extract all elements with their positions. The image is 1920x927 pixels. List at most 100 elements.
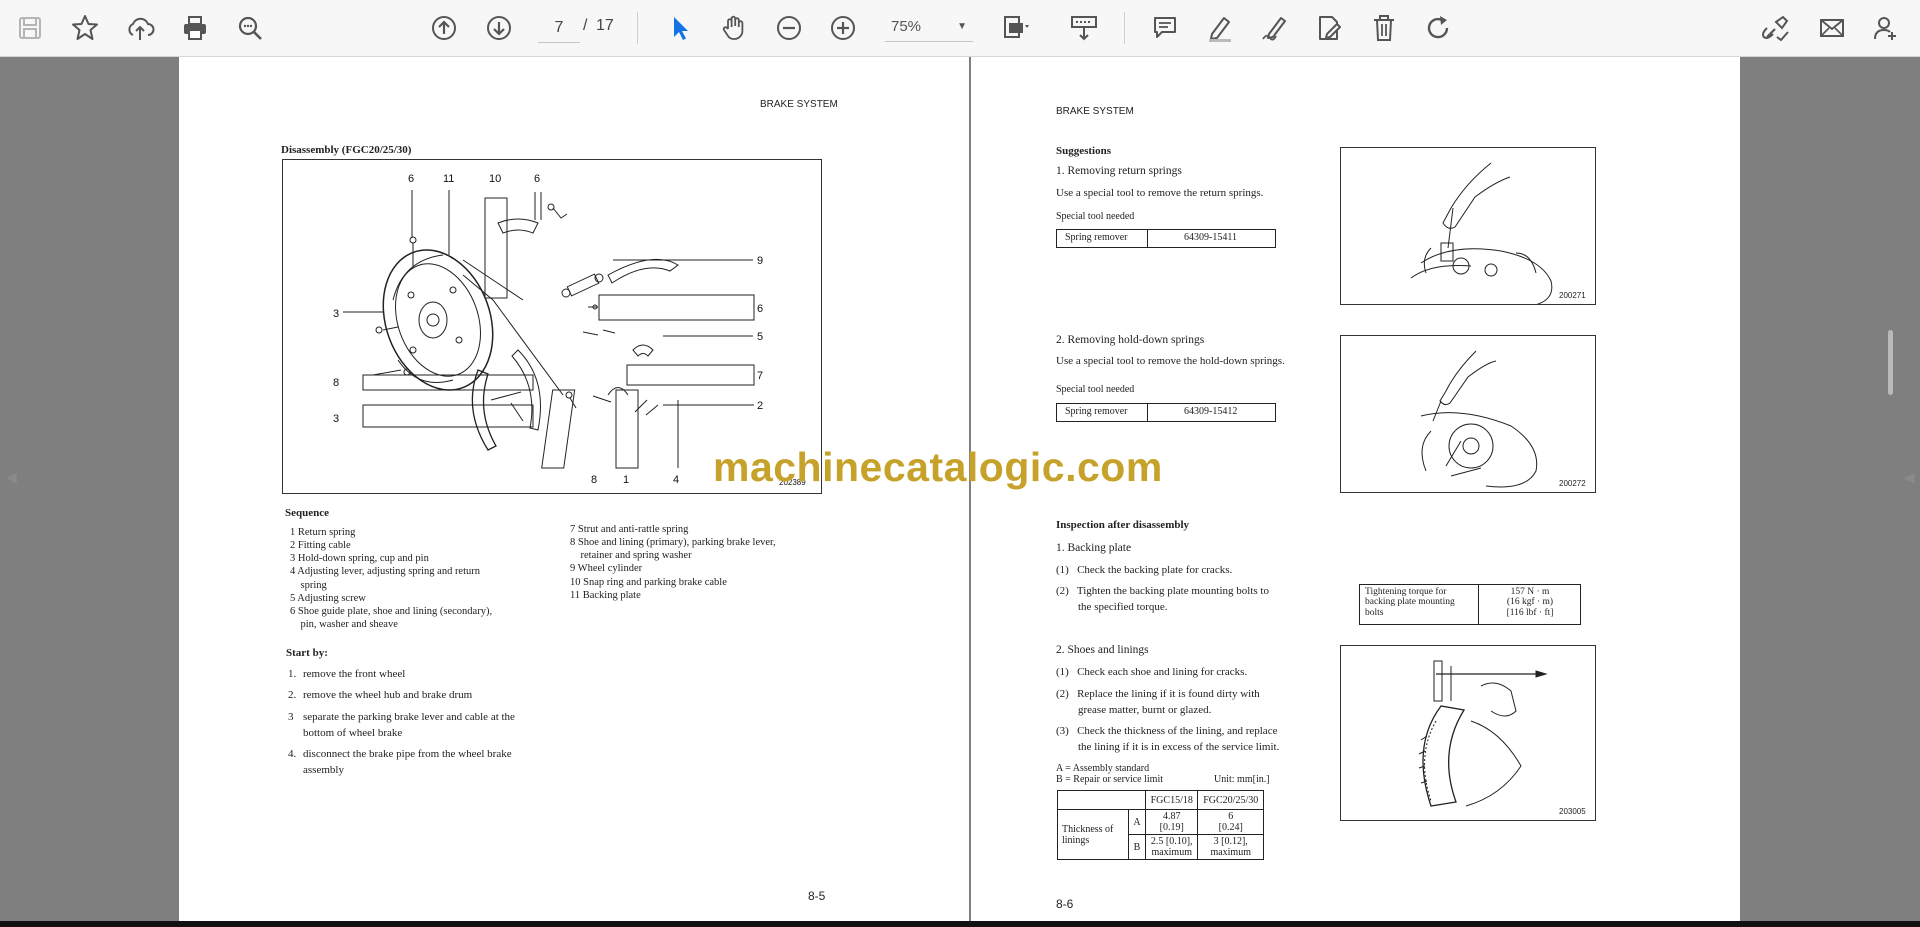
illustration-return-spring: 200271: [1340, 147, 1596, 307]
step-text: Use a special tool to remove the hold-do…: [1056, 355, 1285, 367]
list-item: 3 Hold-down spring, cup and pin: [290, 553, 429, 565]
table-cell: 2.5 [0.10], maximum: [1144, 834, 1199, 860]
torque-value-line: [116 lbf · ft]: [1506, 607, 1554, 618]
save-icon[interactable]: [10, 8, 50, 48]
left-panel-toggle-icon[interactable]: ◀: [6, 470, 17, 487]
callout-label: 3: [333, 308, 339, 320]
zoom-select[interactable]: 75% ▼: [885, 12, 973, 42]
bookmark-star-icon[interactable]: [65, 8, 105, 48]
page-down-icon[interactable]: [479, 8, 519, 48]
cell-line: maximum: [1151, 847, 1192, 858]
list-item: spring: [290, 579, 327, 591]
callout-label: 3: [333, 413, 339, 425]
torque-value-line: (16 kgf · m): [1506, 597, 1554, 608]
upload-icon[interactable]: [120, 8, 160, 48]
start-item-text: assembly: [303, 764, 344, 776]
lining-measure-diagram: 203005: [1418, 660, 1586, 816]
redo-icon[interactable]: [1419, 8, 1459, 48]
sign-icon[interactable]: [1255, 8, 1295, 48]
edit-doc-icon[interactable]: [1309, 8, 1349, 48]
start-item-number: 1.: [288, 668, 297, 680]
list-item: pin, washer and sheave: [290, 618, 398, 630]
page-header: BRAKE SYSTEM: [1056, 106, 1134, 117]
table-cell: A: [1128, 809, 1146, 835]
page-up-icon[interactable]: [424, 8, 464, 48]
list-item: 10 Snap ring and parking brake cable: [570, 576, 727, 588]
cell-line: 2.5 [0.10],: [1150, 836, 1193, 847]
step-heading: 2. Shoes and linings: [1056, 644, 1149, 656]
callout-label: 6: [757, 303, 763, 315]
callout-label: 11: [443, 173, 454, 185]
sequence-list-left: 1 Return spring 2 Fitting cable 3 Hold-d…: [290, 526, 492, 631]
list-item: 6 Shoe guide plate, shoe and lining (sec…: [290, 605, 493, 617]
list-item: 7 Strut and anti-rattle spring: [570, 524, 689, 535]
comment-icon[interactable]: [1145, 8, 1185, 48]
list-item: 4 Adjusting lever, adjusting spring and …: [290, 566, 481, 578]
row-label-line: linings: [1062, 834, 1090, 846]
unit-label: Unit: mm[in.]: [1214, 774, 1270, 785]
torque-label-line: Tightening torque for: [1365, 587, 1447, 597]
print-icon[interactable]: [175, 8, 215, 48]
lining-thickness-table: FGC15/18 FGC20/25/30 Thickness of lining…: [1057, 790, 1264, 860]
zoom-value: 75%: [891, 18, 922, 35]
illustration-lining-measure: 203005: [1340, 645, 1596, 821]
torque-value-line: 157 N · m: [1510, 587, 1550, 597]
callout-label: 7: [757, 370, 763, 382]
step-heading: 2. Removing hold-down springs: [1056, 334, 1205, 346]
step-text: (1) Check each shoe and lining for crack…: [1056, 666, 1248, 678]
table-header: FGC15/18: [1144, 790, 1199, 810]
toolbar-divider: [637, 12, 638, 44]
zoom-in-icon[interactable]: [823, 8, 863, 48]
zoom-out-icon[interactable]: [769, 8, 809, 48]
mail-icon[interactable]: [1812, 8, 1852, 48]
table-corner-cell: [1057, 790, 1146, 810]
sequence-title: Sequence: [285, 507, 329, 519]
torque-label-line: backing plate mounting: [1365, 597, 1455, 608]
start-by-title: Start by:: [286, 647, 328, 659]
right-panel-toggle-icon[interactable]: ◀: [1904, 470, 1915, 487]
tool-table: Spring remover 64309-15411: [1056, 229, 1276, 248]
step-text: the specified torque.: [1056, 601, 1168, 613]
cell-line: maximum: [1210, 847, 1251, 858]
callout-label: 10: [489, 173, 501, 185]
start-item-text: separate the parking brake lever and cab…: [303, 711, 515, 723]
table-cell: 4.87 [0.19]: [1144, 809, 1199, 835]
keyboard-icon[interactable]: [1064, 8, 1104, 48]
select-cursor-icon[interactable]: [660, 8, 700, 48]
share-link-icon[interactable]: [1756, 8, 1796, 48]
tool-label: Special tool needed: [1056, 384, 1135, 395]
total-pages: 17: [596, 17, 614, 34]
tool-part-number: 64309-15412: [1184, 406, 1238, 417]
table-cell: 6 [0.24]: [1197, 809, 1264, 835]
suggestions-title: Suggestions: [1056, 145, 1112, 157]
step-text: (2) Tighten the backing plate mounting b…: [1056, 585, 1269, 597]
hand-pan-icon[interactable]: [714, 8, 754, 48]
step-text: the lining if it is in excess of the ser…: [1056, 741, 1280, 753]
callout-label: 4: [673, 474, 679, 486]
callout-label: 6: [408, 173, 414, 185]
page-number-input[interactable]: [538, 14, 580, 43]
chevron-down-icon: ▼: [957, 21, 967, 32]
vertical-scrollbar[interactable]: [1888, 330, 1893, 395]
return-spring-diagram: 200271: [1410, 162, 1586, 307]
add-user-icon[interactable]: [1866, 8, 1906, 48]
start-item-text: disconnect the brake pipe from the wheel…: [303, 748, 512, 760]
tool-name: Spring remover: [1065, 406, 1128, 417]
list-item: 8 Shoe and lining (primary), parking bra…: [570, 537, 776, 549]
torque-label: Tightening torque for backing plate moun…: [1365, 587, 1455, 618]
list-item: 1 Return spring: [290, 527, 356, 538]
figure-code: 203005: [1559, 807, 1586, 816]
row-label-line: Thickness of: [1062, 823, 1114, 835]
highlight-pen-icon[interactable]: [1200, 8, 1240, 48]
list-item: 2 Fitting cable: [290, 540, 351, 552]
cell-line: 4.87: [1162, 811, 1181, 822]
tool-table: Spring remover 64309-15412: [1056, 403, 1276, 422]
zoom-search-icon[interactable]: [230, 8, 270, 48]
page-fit-icon[interactable]: [996, 8, 1036, 48]
list-item: 11 Backing plate: [570, 589, 641, 601]
cell-line: 6: [1228, 811, 1234, 822]
step-text: (3) Check the thickness of the lining, a…: [1056, 725, 1278, 737]
hold-down-spring-diagram: 200272: [1420, 350, 1586, 488]
start-item-number: 4.: [288, 748, 297, 760]
delete-icon[interactable]: [1364, 8, 1404, 48]
